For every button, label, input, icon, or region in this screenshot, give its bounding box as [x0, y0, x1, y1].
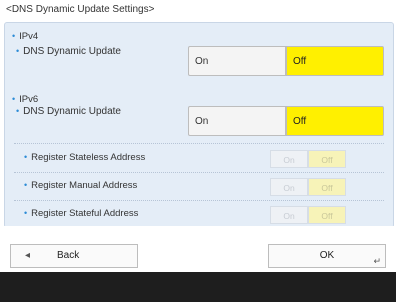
manual-on-button[interactable]: On: [270, 178, 308, 196]
stateful-on-button[interactable]: On: [270, 206, 308, 224]
bullet-icon: •: [16, 106, 20, 116]
register-manual-label: • Register Manual Address: [24, 180, 138, 191]
manual-off-button[interactable]: Off: [308, 178, 346, 196]
back-arrow-icon: ◂: [25, 250, 31, 261]
back-label: Back: [57, 250, 80, 261]
divider: [14, 200, 384, 201]
ipv6-off-button[interactable]: Off: [286, 106, 384, 136]
ipv4-group-label: • IPv4: [12, 31, 39, 42]
stateless-on-button[interactable]: On: [270, 150, 308, 168]
ipv6-dns-update-label: • DNS Dynamic Update: [16, 106, 121, 117]
bullet-icon: •: [16, 46, 20, 56]
ipv4-off-button[interactable]: Off: [286, 46, 384, 76]
divider: [14, 143, 384, 144]
stateful-off-button[interactable]: Off: [308, 206, 346, 224]
bullet-icon: •: [24, 208, 28, 218]
ok-button[interactable]: OK ↵: [268, 244, 386, 268]
bullet-icon: •: [12, 94, 16, 104]
ipv6-group-label: • IPv6: [12, 94, 39, 105]
enter-corner-icon: ↵: [373, 256, 381, 266]
ipv4-dns-update-label: • DNS Dynamic Update: [16, 46, 121, 57]
back-button[interactable]: ◂ Back: [10, 244, 138, 268]
stateless-off-button[interactable]: Off: [308, 150, 346, 168]
bullet-icon: •: [12, 31, 16, 41]
register-stateful-label: • Register Stateful Address: [24, 208, 139, 219]
bottom-status-bar: [0, 272, 396, 302]
page-title: <DNS Dynamic Update Settings>: [6, 4, 155, 15]
ok-label: OK: [319, 250, 335, 261]
bullet-icon: •: [24, 152, 28, 162]
divider: [14, 172, 384, 173]
ipv6-on-button[interactable]: On: [188, 106, 286, 136]
register-stateless-label: • Register Stateless Address: [24, 152, 146, 163]
bullet-icon: •: [24, 180, 28, 190]
ipv4-on-button[interactable]: On: [188, 46, 286, 76]
